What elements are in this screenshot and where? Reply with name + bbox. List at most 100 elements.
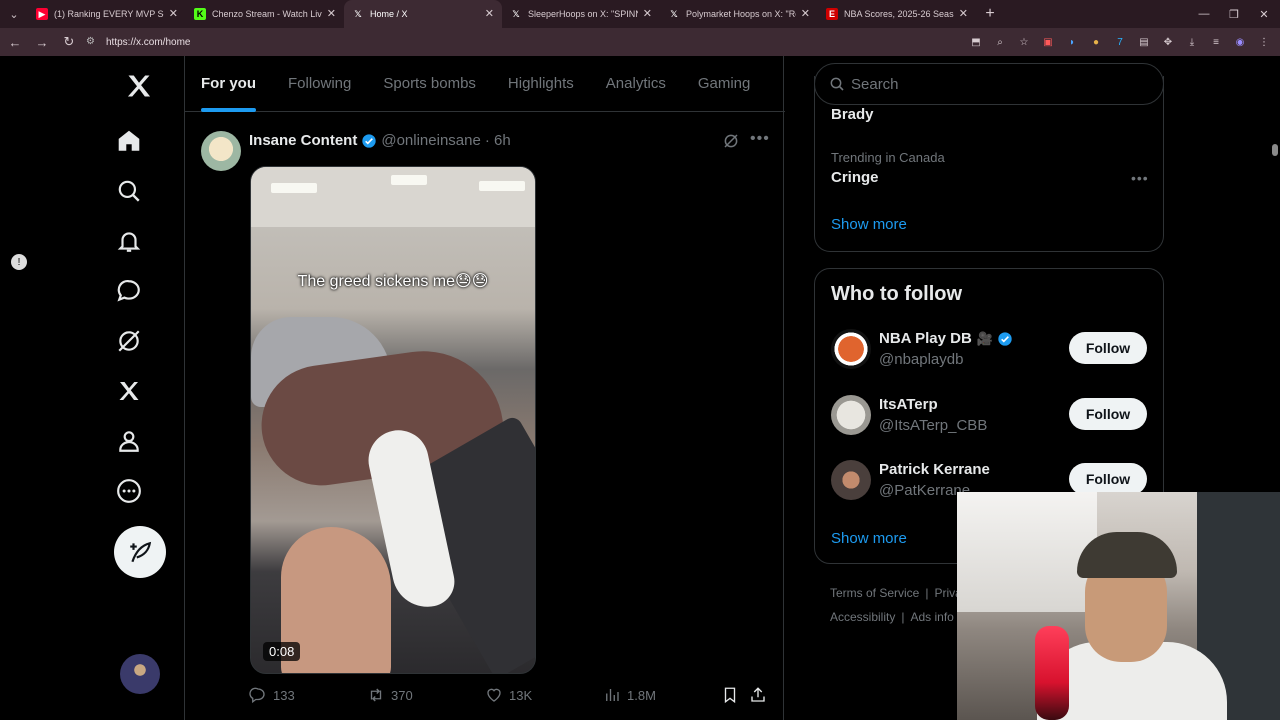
more-circle-icon[interactable] [108, 470, 150, 512]
scrollbar-thumb[interactable] [1272, 144, 1278, 156]
close-icon[interactable]: ✕ [169, 8, 178, 20]
extension-7tv-icon[interactable]: 7 [1112, 34, 1128, 50]
zoom-icon[interactable]: ⌕ [992, 34, 1008, 50]
compose-post-button[interactable] [114, 526, 166, 578]
profile-icon[interactable]: ◉ [1232, 34, 1248, 50]
x-logo-icon[interactable] [118, 65, 160, 107]
bookmark-button[interactable] [721, 686, 739, 704]
follow-suggestion-name[interactable]: NBA Play DB 🎥 [879, 330, 1013, 347]
tab-title: Polymarket Hoops on X: "Rocke [686, 9, 796, 19]
tab-following[interactable]: Following [272, 56, 367, 112]
reply-button[interactable]: 133 [249, 686, 295, 704]
extension-red-icon[interactable]: ▣ [1040, 34, 1056, 50]
browser-tab-kick[interactable]: K Chenzo Stream - Watch Live on ✕ [186, 0, 344, 28]
notifications-bell-icon[interactable] [108, 220, 150, 262]
download-icon[interactable]: ⤓ [1184, 34, 1200, 50]
browser-tab-youtube[interactable]: ▶ (1) Ranking EVERY MVP Season ✕ [28, 0, 186, 28]
browser-menu-icon[interactable]: ⋮ [1256, 34, 1272, 50]
close-icon[interactable]: ✕ [485, 8, 494, 20]
avatar[interactable] [831, 460, 871, 500]
close-icon[interactable]: ✕ [959, 8, 968, 20]
extension-gold-icon[interactable]: ● [1088, 34, 1104, 50]
profile-person-icon[interactable] [108, 420, 150, 462]
avatar[interactable] [831, 329, 871, 369]
bookmark-star-icon[interactable]: ☆ [1016, 34, 1032, 50]
forward-arrow-icon[interactable]: → [30, 30, 54, 54]
url-text: https://x.com/home [106, 36, 191, 48]
x-icon: 𝕏 [354, 8, 362, 19]
follow-button[interactable]: Follow [1069, 398, 1147, 430]
home-icon[interactable] [108, 120, 150, 162]
tab-title: NBA Scores, 2025-26 Season - [844, 9, 954, 19]
tab-search-icon[interactable]: ⌄ [0, 0, 28, 28]
follow-suggestion-name[interactable]: ItsATerp [879, 396, 938, 413]
extension-gray-icon[interactable]: ▤ [1136, 34, 1152, 50]
repost-button[interactable]: 370 [367, 686, 413, 704]
extensions-puzzle-icon[interactable]: ✥ [1160, 34, 1176, 50]
accessibility-link[interactable]: Accessibility [830, 610, 895, 624]
trend-item-top[interactable]: Brady [831, 106, 874, 123]
views-button[interactable]: 1.8M [603, 686, 656, 704]
close-icon[interactable]: ✕ [801, 8, 810, 20]
extension-blue-icon[interactable]: ◗ [1064, 34, 1080, 50]
who-to-follow-title: Who to follow [831, 283, 963, 305]
ads-info-link[interactable]: Ads info [910, 610, 953, 624]
tweet-timestamp[interactable]: · 6h [485, 132, 511, 149]
window-close-button[interactable]: ✕ [1248, 0, 1280, 28]
tab-for-you[interactable]: For you [185, 56, 272, 112]
tab-analytics[interactable]: Analytics [590, 56, 682, 112]
tab-title: (1) Ranking EVERY MVP Season [54, 9, 164, 19]
tab-gaming[interactable]: Gaming [682, 56, 767, 112]
share-button[interactable] [749, 686, 767, 704]
tweet-header: Insane Content @onlineinsane · 6h [249, 132, 511, 149]
minimize-button[interactable]: — [1188, 0, 1220, 28]
close-icon[interactable]: ✕ [327, 8, 336, 20]
follow-button[interactable]: Follow [1069, 332, 1147, 364]
trend-more-icon[interactable]: ••• [1131, 170, 1149, 186]
more-options-icon[interactable]: ••• [750, 130, 770, 148]
trends-show-more-link[interactable]: Show more [831, 216, 907, 233]
premium-x-icon[interactable] [108, 370, 150, 412]
follow-suggestion-name[interactable]: Patrick Kerrane [879, 461, 990, 478]
like-button[interactable]: 13K [485, 686, 532, 704]
youtube-icon: ▶ [36, 8, 48, 20]
tweet-author-avatar[interactable] [201, 131, 241, 171]
tab-highlights[interactable]: Highlights [492, 56, 590, 112]
close-icon[interactable]: ✕ [643, 8, 652, 20]
tab-sports-bombs[interactable]: Sports bombs [367, 56, 492, 112]
search-input[interactable]: Search [814, 63, 1164, 105]
browser-tab-polymarket[interactable]: 𝕏 Polymarket Hoops on X: "Rocke ✕ [660, 0, 818, 28]
terms-link[interactable]: Terms of Service [830, 586, 919, 600]
avatar[interactable] [831, 395, 871, 435]
views-chart-icon [606, 689, 619, 701]
url-field[interactable]: ⚙ https://x.com/home [80, 31, 940, 53]
webcam-background [957, 492, 1097, 612]
trend-item-name[interactable]: Cringe [831, 169, 879, 186]
who-to-follow-show-more-link[interactable]: Show more [831, 530, 907, 547]
install-app-icon[interactable]: ⬒ [968, 34, 984, 50]
follow-suggestion[interactable]: NBA Play DB 🎥 @nbaplaydb Follow [831, 329, 1151, 371]
maximize-button[interactable]: ❐ [1218, 0, 1250, 28]
site-info-icon[interactable]: ⚙ [86, 36, 98, 48]
follow-button[interactable]: Follow [1069, 463, 1147, 495]
browser-tab-espn[interactable]: E NBA Scores, 2025-26 Season - ✕ [818, 0, 976, 28]
video-caption: The greed sickens me😓😓 [297, 273, 489, 290]
tweet-author-name[interactable]: Insane Content [249, 132, 357, 149]
media-control-icon[interactable]: ≡ [1208, 34, 1224, 50]
espn-icon: E [826, 8, 838, 20]
back-arrow-icon[interactable]: ← [3, 30, 27, 54]
grok-explain-icon[interactable] [722, 132, 740, 150]
grok-icon[interactable] [108, 320, 150, 362]
x-icon: 𝕏 [670, 8, 678, 19]
follow-suggestion[interactable]: ItsATerp @ItsATerp_CBB Follow [831, 395, 1151, 437]
reload-icon[interactable]: ↻ [57, 30, 81, 54]
browser-tab-sleeperhoops[interactable]: 𝕏 SleeperHoops on X: "SPINNING ✕ [502, 0, 660, 28]
messages-icon[interactable] [108, 270, 150, 312]
browser-tab-home-x[interactable]: 𝕏 Home / X ✕ [344, 0, 502, 28]
tweet-author-handle[interactable]: @onlineinsane [381, 132, 480, 149]
tweet-video[interactable]: The greed sickens me😓😓 0:08 [250, 166, 536, 674]
explore-search-icon[interactable] [108, 170, 150, 212]
account-avatar[interactable] [120, 654, 160, 694]
new-tab-button[interactable]: + [976, 0, 1004, 28]
main-timeline: For you Following Sports bombs Highlight… [184, 56, 785, 720]
